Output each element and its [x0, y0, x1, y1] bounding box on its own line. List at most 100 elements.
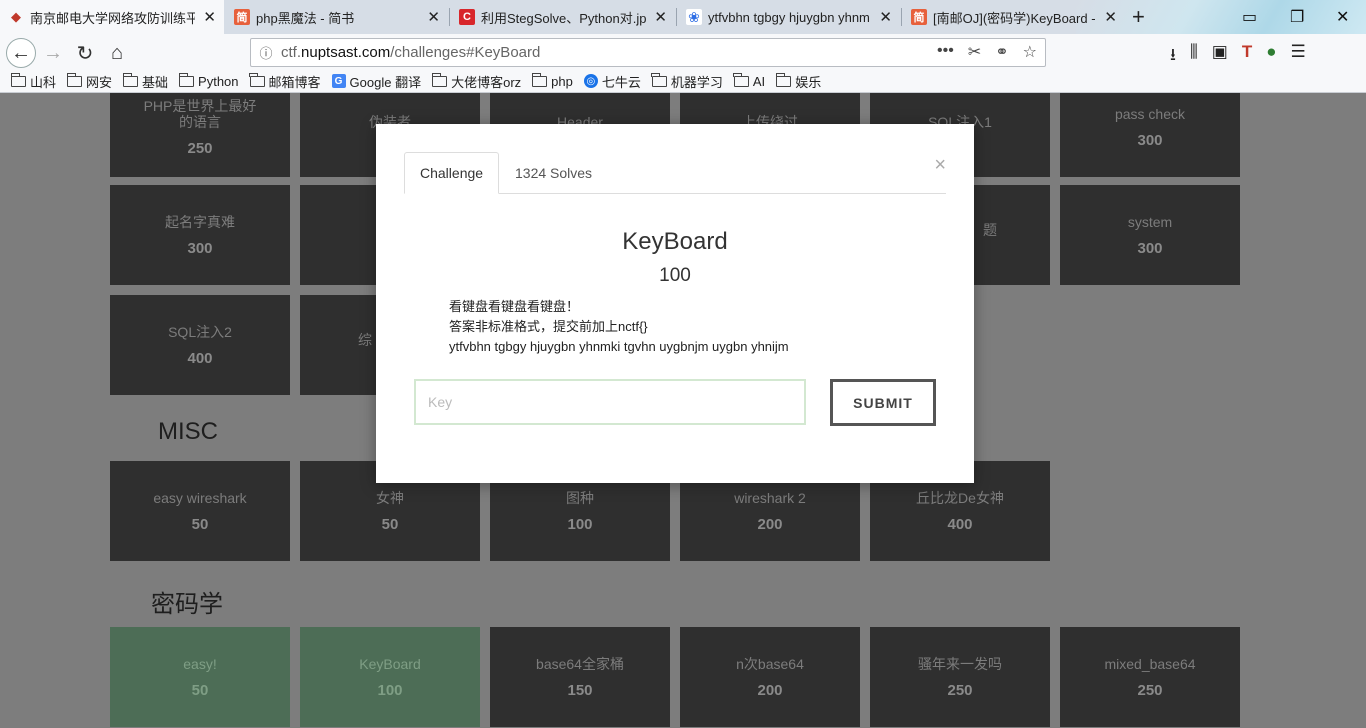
- jianshu-icon: 简: [911, 9, 927, 25]
- modal-tabs: Challenge 1324 Solves: [404, 152, 946, 194]
- tab-title: 利用StegSolve、Python对.jpg: [481, 10, 647, 26]
- folder-icon: [651, 72, 667, 87]
- challenge-card[interactable]: system 300: [1060, 185, 1240, 285]
- screenshot-icon[interactable]: ✂: [968, 42, 981, 62]
- sidebar-icon[interactable]: ▣: [1212, 42, 1228, 71]
- reload-icon: ↻: [76, 42, 94, 65]
- tab-csdn-stegsolve[interactable]: C 利用StegSolve、Python对.jpg ✕: [451, 0, 675, 34]
- folder-icon: [531, 72, 548, 87]
- qiniu-icon: ◎: [583, 74, 598, 88]
- challenge-modal: Challenge 1324 Solves × KeyBoard 100 看键盘…: [376, 124, 974, 483]
- key-input[interactable]: [414, 379, 806, 425]
- description-line: 答案非标准格式，提交前加上nctf{}: [449, 319, 648, 334]
- folder-icon: [775, 72, 792, 87]
- bookmark-folder[interactable]: Python: [178, 72, 239, 89]
- challenge-card[interactable]: PHP是世界上最好 的语言 250: [110, 93, 290, 177]
- close-icon[interactable]: ✕: [427, 8, 440, 26]
- forward-button[interactable]: →: [38, 38, 68, 68]
- challenge-card[interactable]: 骚年来一发吗 250: [870, 627, 1050, 727]
- challenge-card[interactable]: n次base64 200: [680, 627, 860, 727]
- challenge-card[interactable]: 起名字真难 300: [110, 185, 290, 285]
- challenge-card[interactable]: SQL注入2 400: [110, 295, 290, 395]
- challenge-card-solved[interactable]: KeyBoard 100: [300, 627, 480, 727]
- restore-icon[interactable]: ❐: [1290, 7, 1304, 27]
- folder-icon: [10, 72, 26, 87]
- section-title-misc: MISC: [158, 418, 218, 445]
- more-actions-icon[interactable]: •••: [937, 42, 954, 62]
- tab-title: ytfvbhn tgbgy hjuygbn yhnm: [708, 9, 870, 25]
- extension-globe-icon[interactable]: ●: [1266, 42, 1276, 71]
- address-bar[interactable]: ⓘ ctf.nuptsast.com/challenges#KeyBoard •…: [250, 38, 1046, 67]
- challenge-card[interactable]: mixed_base64 250: [1060, 627, 1240, 727]
- tab-jianshu-php[interactable]: 简 php黑魔法 - 简书 ✕: [226, 0, 448, 34]
- bookmark-link[interactable]: G Google 翻译: [331, 72, 421, 91]
- link-icon[interactable]: ⚭: [995, 42, 1008, 62]
- close-icon[interactable]: ✕: [879, 8, 892, 26]
- reload-button[interactable]: ↻: [70, 38, 100, 68]
- bookmark-folder[interactable]: 基础: [122, 72, 168, 91]
- home-button[interactable]: ⌂: [102, 38, 132, 68]
- extension-t-icon[interactable]: T: [1242, 42, 1252, 71]
- bookmark-link[interactable]: ◎ 七牛云: [583, 72, 641, 91]
- bookmark-folder[interactable]: 邮箱博客: [249, 72, 321, 91]
- submit-button[interactable]: SUBMIT: [830, 379, 936, 426]
- challenge-name: KeyBoard: [622, 228, 728, 255]
- baidu-paw-icon: ❀: [686, 9, 702, 25]
- tab-title: 南京邮电大学网络攻防训练平台: [30, 10, 196, 26]
- close-icon[interactable]: ✕: [1104, 8, 1117, 26]
- tab-jianshu-keyboard[interactable]: 简 [南邮OJ](密码学)KeyBoard - ✕: [903, 0, 1125, 34]
- menu-icon[interactable]: ☰: [1291, 42, 1306, 71]
- google-translate-icon: G: [331, 74, 346, 88]
- section-title-crypto: 密码学: [151, 591, 223, 618]
- tab-separator: [449, 8, 450, 26]
- folder-icon: [122, 72, 139, 87]
- challenge-card-solved[interactable]: easy! 50: [110, 627, 290, 727]
- back-button[interactable]: ←: [6, 38, 36, 68]
- home-icon: ⌂: [110, 41, 124, 64]
- tab-nupt[interactable]: ◆ 南京邮电大学网络攻防训练平台 ✕: [0, 0, 224, 34]
- description-line: ytfvbhn tgbgy hjuygbn yhnmki tgvhn uygbn…: [449, 339, 789, 354]
- tab-title: [南邮OJ](密码学)KeyBoard -: [933, 10, 1096, 26]
- bookmark-folder[interactable]: AI: [733, 72, 765, 89]
- jianshu-icon: 简: [234, 9, 250, 25]
- bookmark-folder[interactable]: 山科: [10, 72, 56, 91]
- library-icon[interactable]: ⫼: [1190, 42, 1198, 71]
- challenge-card[interactable]: base64全家桶 150: [490, 627, 670, 727]
- csdn-icon: C: [459, 9, 475, 25]
- tab-separator: [676, 8, 677, 26]
- challenge-card[interactable]: pass check 300: [1060, 93, 1240, 177]
- close-icon[interactable]: ✕: [654, 8, 667, 26]
- challenge-description: 看键盘看键盘看键盘！ 答案非标准格式，提交前加上nctf{} ytfvbhn t…: [449, 297, 789, 357]
- bookmark-folder[interactable]: 大佬博客orz: [431, 72, 521, 91]
- tab-baidu-search[interactable]: ❀ ytfvbhn tgbgy hjuygbn yhnm ✕: [678, 0, 900, 34]
- info-icon[interactable]: ⓘ: [251, 43, 281, 62]
- url-text[interactable]: ctf.nuptsast.com/challenges#KeyBoard: [281, 44, 540, 61]
- bookmark-star-icon[interactable]: ☆: [1023, 42, 1037, 62]
- bookmark-folder[interactable]: 机器学习: [651, 72, 723, 91]
- folder-icon: [733, 72, 749, 87]
- folder-icon: [249, 72, 265, 87]
- challenge-card[interactable]: easy wireshark 50: [110, 461, 290, 561]
- bookmarks-bar: 山科 网安 基础 Python 邮箱博客 G Google 翻译 大佬博客orz …: [0, 70, 1366, 93]
- new-tab-button[interactable]: +: [1132, 4, 1145, 30]
- close-icon[interactable]: ×: [934, 154, 946, 177]
- folder-icon: [431, 72, 448, 87]
- download-icon[interactable]: ⭳: [1170, 42, 1176, 71]
- close-icon[interactable]: ✕: [203, 8, 216, 26]
- tab-title: php黑魔法 - 简书: [256, 10, 355, 26]
- tab-separator: [901, 8, 902, 26]
- tab-bar: ◆ 南京邮电大学网络攻防训练平台 ✕ 简 php黑魔法 - 简书 ✕ C 利用S…: [0, 0, 1366, 93]
- bookmark-folder[interactable]: 网安: [66, 72, 112, 91]
- tab-solves[interactable]: 1324 Solves: [500, 152, 607, 194]
- close-window-icon[interactable]: ✕: [1336, 7, 1349, 27]
- tab-challenge[interactable]: Challenge: [404, 152, 500, 194]
- favicon-icon: ◆: [11, 9, 21, 24]
- arrow-left-icon: ←: [11, 41, 31, 64]
- challenge-value: 100: [659, 265, 691, 286]
- navigation-bar: ← → ↻ ⌂ ⓘ ctf.nuptsast.com/challenges#Ke…: [0, 34, 1366, 70]
- minimize-icon[interactable]: ▭: [1242, 7, 1257, 27]
- description-line: 看键盘看键盘看键盘！: [449, 299, 580, 314]
- bookmark-folder[interactable]: php: [531, 72, 573, 89]
- bookmark-folder[interactable]: 娱乐: [775, 72, 821, 91]
- folder-icon: [66, 72, 83, 87]
